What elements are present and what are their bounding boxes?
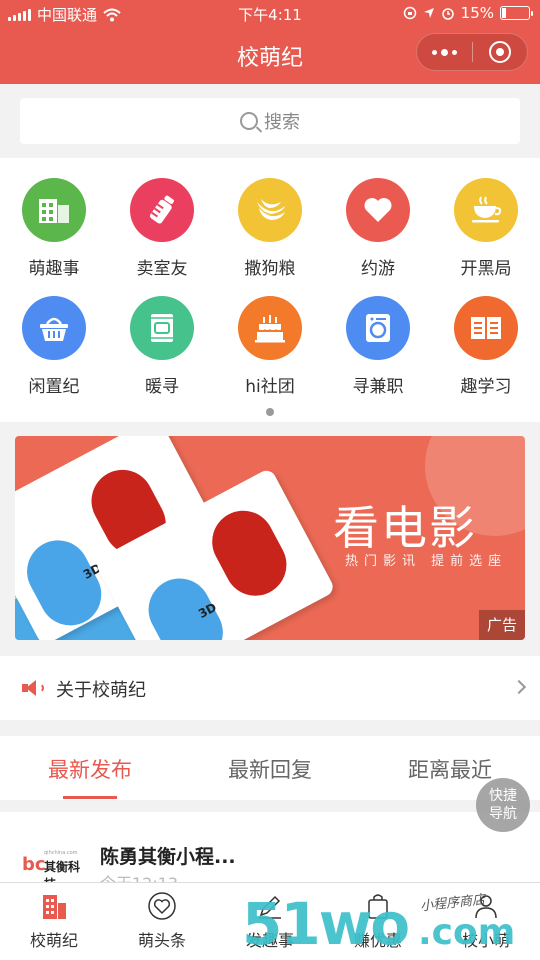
grid-item-nuanxun[interactable]: 暖寻 bbox=[108, 296, 216, 397]
cake-icon bbox=[255, 315, 285, 343]
book-icon bbox=[471, 317, 501, 339]
grid-icon-circle bbox=[346, 178, 410, 242]
grid-label: 趣学习 bbox=[460, 377, 512, 397]
nav-bar: 校萌纪 bbox=[0, 26, 540, 84]
grid-label: 撒狗粮 bbox=[244, 259, 296, 279]
tabbar-label: 萌头条 bbox=[137, 931, 186, 950]
about-text: 关于校萌纪 bbox=[56, 680, 146, 701]
tab-latest-replies[interactable]: 最新回复 bbox=[180, 754, 360, 784]
grid-icon-circle bbox=[346, 296, 410, 360]
grid-item-xianzhiji[interactable]: 闲置纪 bbox=[0, 296, 108, 397]
page-indicator-dot bbox=[266, 408, 274, 416]
tabbar-item-headlines[interactable]: 萌头条 bbox=[108, 883, 216, 960]
logo-url: qihchina.com bbox=[44, 850, 78, 856]
grid-label: 闲置纪 bbox=[28, 377, 80, 397]
ad-label: 广告 bbox=[479, 610, 525, 640]
grid-icon-circle bbox=[238, 178, 302, 242]
battery-icon bbox=[500, 6, 533, 20]
bag-icon bbox=[368, 894, 388, 919]
building-icon bbox=[43, 895, 66, 919]
grid-label: 卖室友 bbox=[136, 259, 188, 279]
grid-item-hishetuan[interactable]: hi社团 bbox=[216, 296, 324, 397]
coffee-cup-icon bbox=[472, 196, 502, 223]
grid-item-quxuexi[interactable]: 趣学习 bbox=[432, 296, 540, 397]
feed-tabs: 最新发布 最新回复 距离最近 bbox=[0, 736, 540, 800]
search-section: 搜索 bbox=[0, 84, 540, 158]
pen-icon bbox=[259, 895, 281, 919]
search-input[interactable]: 搜索 bbox=[20, 98, 520, 144]
search-placeholder: 搜索 bbox=[264, 112, 300, 133]
grid-item-sagouliang[interactable]: 撒狗粮 bbox=[216, 178, 324, 279]
package-icon bbox=[151, 314, 173, 342]
alarm-icon bbox=[441, 8, 454, 20]
banner-ad[interactable]: 3D 3D 看电影 热门影讯 提前选座 广告 bbox=[15, 436, 525, 640]
grid-item-yueyou[interactable]: 约游 bbox=[324, 178, 432, 279]
tabbar-item-post[interactable]: 发趣事 bbox=[216, 883, 324, 960]
tabbar-label: 校小萌 bbox=[461, 931, 510, 950]
washing-machine-icon bbox=[366, 314, 390, 342]
building-icon bbox=[39, 199, 69, 223]
banana-icon bbox=[257, 199, 285, 220]
close-miniprogram-button[interactable] bbox=[473, 33, 527, 71]
grid-icon-circle bbox=[22, 296, 86, 360]
tabbar-item-profile[interactable]: 校小萌 bbox=[432, 883, 540, 960]
company-logo: bc qihchina.com 其衡科技 bbox=[22, 850, 84, 891]
about-link[interactable]: 关于校萌纪 bbox=[0, 656, 540, 720]
grid-label: 暖寻 bbox=[145, 377, 179, 397]
category-grid: 萌趣事 卖室友 撒狗粮 约游 开黑局 闲置纪 暖寻 hi社团 寻兼职 趣学习 bbox=[0, 158, 540, 422]
lens bbox=[201, 499, 298, 607]
grid-icon-circle bbox=[130, 296, 194, 360]
grid-label: 萌趣事 bbox=[28, 259, 80, 279]
tabbar-item-home[interactable]: 校萌纪 bbox=[0, 883, 108, 960]
grid-icon-circle bbox=[130, 178, 194, 242]
target-icon bbox=[488, 41, 511, 63]
battery-level bbox=[502, 8, 506, 18]
tab-latest-posts[interactable]: 最新发布 bbox=[0, 754, 180, 784]
baby-bottle-icon bbox=[149, 195, 174, 224]
grid-icon-circle bbox=[238, 296, 302, 360]
location-icon bbox=[423, 8, 434, 18]
lens bbox=[137, 567, 234, 640]
status-right: 15% bbox=[403, 4, 533, 22]
profile-icon bbox=[475, 895, 497, 919]
speaker-icon bbox=[22, 680, 44, 696]
grid-icon-circle bbox=[454, 296, 518, 360]
quick-nav-button[interactable]: 快捷 导航 bbox=[476, 778, 530, 832]
logo-mark: bc bbox=[22, 854, 46, 875]
more-options-icon[interactable] bbox=[417, 33, 472, 71]
status-bar: 中国联通 下午4:11 15% bbox=[0, 0, 540, 26]
search-icon bbox=[240, 112, 258, 130]
heart-icon bbox=[148, 892, 176, 920]
post-card[interactable]: bc qihchina.com 其衡科技 陈勇其衡小程... 今天12:13 bbox=[0, 812, 540, 893]
fab-line2: 导航 bbox=[489, 806, 517, 822]
grid-label: hi社团 bbox=[245, 377, 295, 397]
grid-item-xunjianzhi[interactable]: 寻兼职 bbox=[324, 296, 432, 397]
miniprogram-capsule bbox=[416, 33, 528, 71]
fab-line1: 快捷 bbox=[489, 788, 517, 804]
banner-title: 看电影 bbox=[333, 501, 477, 555]
grid-item-mengqushi[interactable]: 萌趣事 bbox=[0, 178, 108, 279]
bottom-tab-bar: 校萌纪 萌头条 发趣事 赚优惠 校小萌 bbox=[0, 882, 540, 960]
grid-label: 开黑局 bbox=[460, 259, 512, 279]
grid-icon-circle bbox=[454, 178, 518, 242]
grid-label: 寻兼职 bbox=[352, 377, 404, 397]
active-tab-indicator bbox=[63, 796, 117, 799]
grid-icon-circle bbox=[22, 178, 86, 242]
battery-percent: 15% bbox=[460, 4, 494, 22]
banner-subtitle: 热门影讯 提前选座 bbox=[345, 554, 508, 569]
rotation-lock-icon bbox=[403, 6, 416, 20]
grid-item-kaiheiju[interactable]: 开黑局 bbox=[432, 178, 540, 279]
tabbar-label: 发趣事 bbox=[245, 931, 294, 950]
tabbar-label: 校萌纪 bbox=[29, 931, 78, 950]
tabbar-item-deals[interactable]: 赚优惠 bbox=[324, 883, 432, 960]
chevron-right-icon bbox=[511, 679, 527, 695]
post-title: 陈勇其衡小程... bbox=[100, 846, 236, 868]
grid-item-maishiyou[interactable]: 卖室友 bbox=[108, 178, 216, 279]
basket-icon bbox=[40, 317, 68, 341]
tabbar-label: 赚优惠 bbox=[353, 931, 402, 950]
grid-label: 约游 bbox=[361, 259, 395, 279]
heart-icon bbox=[364, 198, 392, 222]
